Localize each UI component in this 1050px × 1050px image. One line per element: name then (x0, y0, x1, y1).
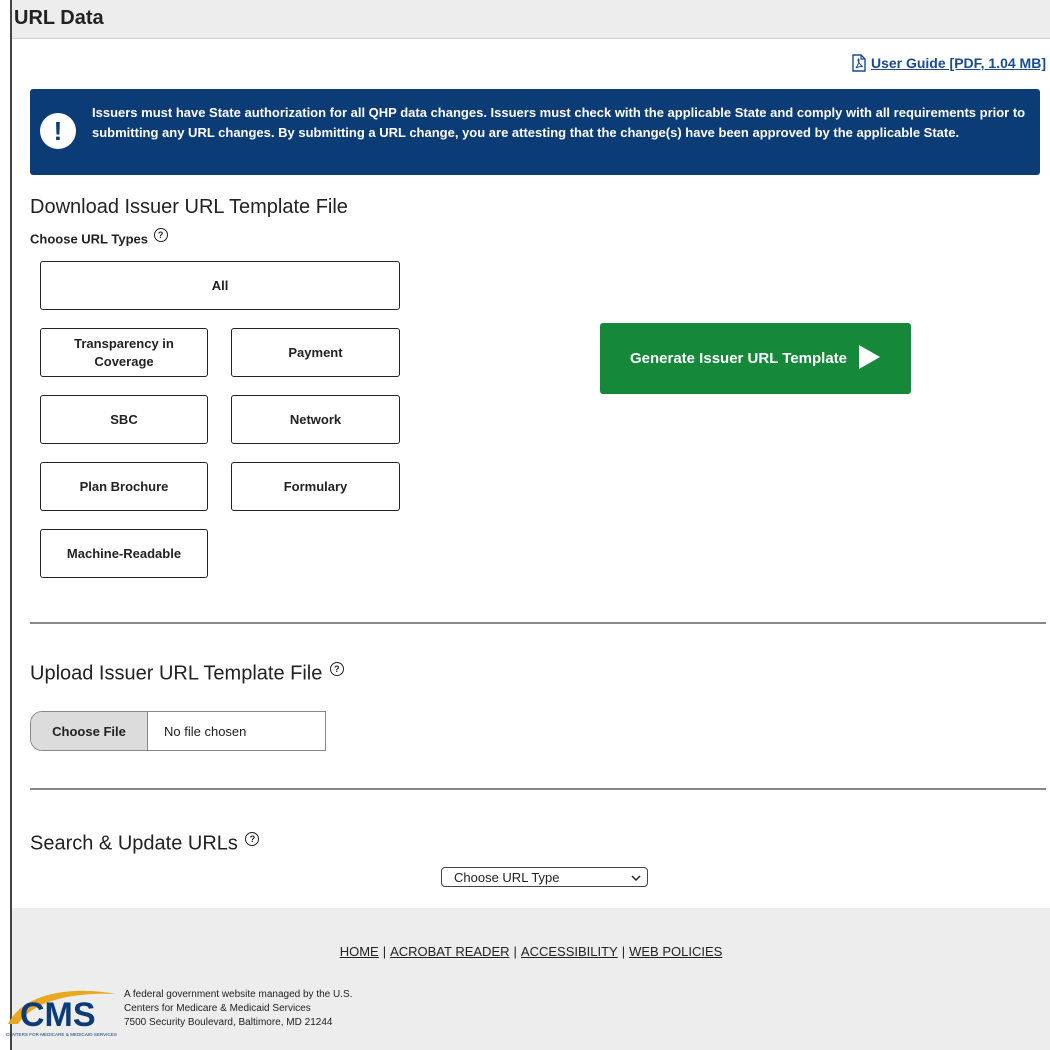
url-type-all-button[interactable]: All (40, 261, 400, 310)
play-arrow-icon (857, 344, 881, 374)
url-type-select-value: Choose URL Type (454, 869, 560, 885)
upload-heading-text: Upload Issuer URL Template File (30, 662, 323, 685)
url-type-formulary-button[interactable]: Formulary (231, 462, 400, 511)
url-type-network-button[interactable]: Network (231, 395, 400, 444)
cms-logo-text: CMS (20, 996, 96, 1034)
file-upload-input[interactable]: Choose File No file chosen (30, 711, 326, 751)
footer-link-web-policies[interactable]: WEB POLICIES (629, 944, 722, 959)
url-type-machine-readable-button[interactable]: Machine-Readable (40, 529, 208, 578)
choose-file-button[interactable]: Choose File (31, 712, 148, 750)
url-type-payment-button[interactable]: Payment (231, 328, 400, 377)
cms-address: A federal government website managed by … (124, 988, 352, 1030)
generate-template-button[interactable]: Generate Issuer URL Template (600, 323, 911, 394)
alert-text: Issuers must have State authorization fo… (92, 105, 1026, 140)
download-heading-text: Download Issuer URL Template File (30, 196, 348, 218)
cms-line-2: Centers for Medicare & Medicaid Services (124, 1003, 311, 1014)
section-divider (30, 622, 1046, 624)
footer-link-home[interactable]: HOME (340, 944, 379, 959)
cms-line-1: A federal government website managed by … (124, 989, 353, 1000)
footer-link-acrobat-reader[interactable]: ACROBAT READER (390, 944, 509, 959)
page-frame: URL Data User Guide [PDF, 1.04 MB] ! Iss… (6, 0, 1050, 1050)
cms-logo: CMS CENTERS FOR MEDICARE & MEDICAID SERV… (4, 984, 124, 1038)
state-authorization-alert: ! Issuers must have State authorization … (30, 89, 1040, 175)
cms-line-3: 7500 Security Boulevard, Baltimore, MD 2… (124, 1017, 333, 1028)
url-type-select[interactable]: Choose URL Type (441, 867, 648, 887)
choose-url-types-text: Choose URL Types (30, 231, 148, 247)
url-type-plan-brochure-button[interactable]: Plan Brochure (40, 462, 208, 511)
chevron-down-icon (631, 870, 641, 885)
search-heading: Search & Update URLs ? (30, 832, 260, 856)
help-icon[interactable]: ? (153, 228, 168, 242)
header-bar: URL Data (12, 0, 1050, 39)
search-heading-text: Search & Update URLs (30, 832, 238, 855)
url-type-sbc-button[interactable]: SBC (40, 395, 208, 444)
pdf-icon (851, 54, 867, 72)
cms-logo-subtext: CENTERS FOR MEDICARE & MEDICAID SERVICES (6, 1032, 117, 1037)
generate-template-label: Generate Issuer URL Template (629, 350, 848, 367)
help-icon[interactable]: ? (329, 662, 344, 676)
help-icon[interactable]: ? (245, 832, 260, 846)
user-guide-label: User Guide [PDF, 1.04 MB] (870, 55, 1046, 71)
exclamation-icon: ! (40, 113, 76, 149)
download-heading: Download Issuer URL Template File (30, 196, 348, 219)
upload-heading: Upload Issuer URL Template File ? (30, 662, 344, 686)
page-title: URL Data (14, 7, 104, 29)
footer-link-accessibility[interactable]: ACCESSIBILITY (521, 944, 618, 959)
no-file-text: No file chosen (164, 723, 247, 739)
choose-url-types-label: Choose URL Types ? (30, 228, 168, 246)
footer: HOME | ACROBAT READER | ACCESSIBILITY | WEB PO… (6, 908, 1050, 1050)
footer-links: HOME | ACROBAT READER | ACCESSIBILITY | WEB PO… (339, 944, 723, 959)
section-divider (30, 788, 1046, 790)
user-guide-link[interactable]: User Guide [PDF, 1.04 MB] (851, 54, 1046, 72)
url-type-transparency-button[interactable]: Transparency in Coverage (40, 328, 208, 377)
